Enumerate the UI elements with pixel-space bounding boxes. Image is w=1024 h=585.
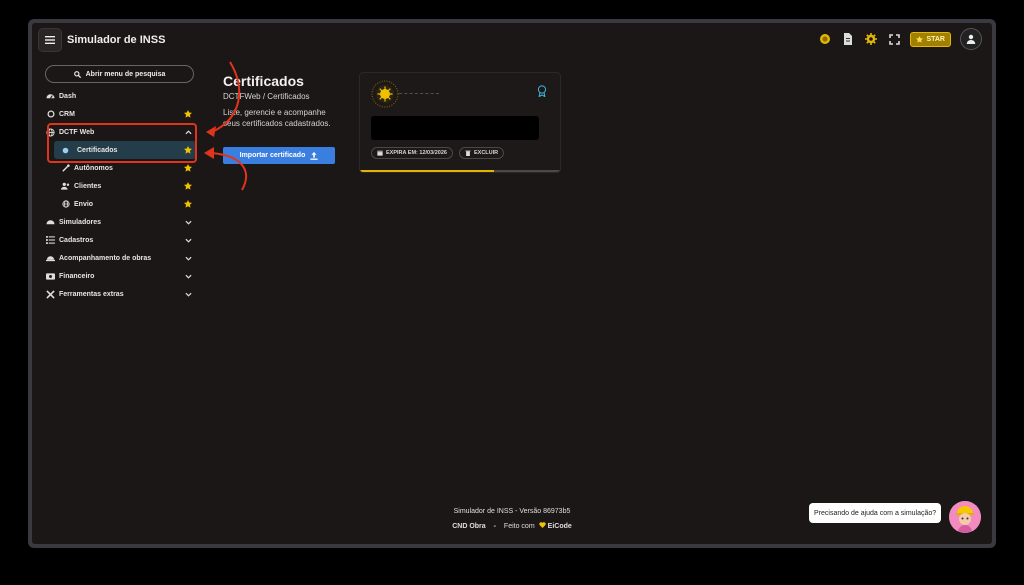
globe-icon (46, 127, 55, 137)
certificate-seal-icon (371, 80, 399, 108)
sidebar-nav: Dash CRM DCTF Web Certificados Autônomos… (46, 87, 196, 303)
footer-separator: - (493, 523, 496, 530)
favorite-star-icon[interactable] (183, 163, 193, 173)
expiry-label: EXPIRA EM: 12/03/2026 (386, 150, 447, 156)
sidebar-item-label: Dash (59, 92, 77, 100)
sidebar-item-dash[interactable]: Dash (46, 87, 196, 105)
sidebar-item-label: Simuladores (59, 218, 102, 226)
sidebar-item-cadastros[interactable]: Cadastros (46, 231, 196, 249)
hamburger-menu-button[interactable] (38, 28, 62, 52)
sidebar-item-clientes[interactable]: Clientes (46, 177, 196, 195)
upload-icon (310, 151, 318, 160)
import-certificate-button[interactable]: Importar certificado (223, 147, 335, 164)
star-icon (916, 35, 924, 43)
chevron-down-icon (183, 217, 193, 227)
favorite-star-icon[interactable] (183, 181, 193, 191)
sidebar-item-label: Autônomos (74, 164, 113, 172)
dashboard-icon (46, 92, 55, 101)
tools-icon (61, 164, 70, 173)
dot-icon (61, 146, 70, 155)
users-icon (61, 182, 70, 191)
wrench-icon (46, 289, 55, 299)
sidebar-item-label: DCTF Web (59, 128, 95, 136)
star-button-label: STAR (926, 35, 945, 43)
star-button[interactable]: STAR (910, 31, 951, 47)
sidebar-item-autonomos[interactable]: Autônomos (46, 159, 196, 177)
sidebar-item-dctf-web[interactable]: DCTF Web (46, 123, 196, 141)
sidebar-item-label: CRM (59, 110, 75, 118)
card-divider (399, 93, 439, 94)
page-title: Certificados (223, 73, 304, 89)
top-bar: Simulador de INSS STAR (32, 23, 992, 59)
sidebar-item-financeiro[interactable]: Financeiro (46, 267, 196, 285)
chevron-down-icon (183, 235, 193, 245)
chevron-down-icon (183, 289, 193, 299)
user-icon (966, 34, 976, 44)
app-root: Simulador de INSS STAR Abrir menu de pes… (32, 23, 992, 544)
money-icon (46, 272, 55, 281)
app-title: Simulador de INSS (67, 34, 166, 46)
assistant-avatar[interactable] (949, 501, 981, 533)
sidebar-item-label: Financeiro (59, 272, 95, 280)
chevron-down-icon (183, 271, 193, 281)
footer-link-cnd-obra[interactable]: CND Obra (452, 523, 485, 530)
delete-certificate-button[interactable]: EXCLUIR (459, 147, 505, 159)
search-menu-label: Abrir menu de pesquisa (85, 70, 166, 78)
chevron-down-icon (183, 253, 193, 263)
search-menu-button[interactable]: Abrir menu de pesquisa (45, 65, 194, 83)
fullscreen-icon[interactable] (887, 32, 901, 46)
expiry-chip: EXPIRA EM: 12/03/2026 (371, 147, 453, 159)
helmet-icon (46, 254, 55, 263)
gear-icon[interactable] (864, 32, 878, 46)
validity-progress-fill (360, 170, 494, 172)
sidebar-item-envio[interactable]: Envio (46, 195, 196, 213)
sidebar-item-certificados[interactable]: Certificados (54, 141, 196, 159)
favorite-star-icon[interactable] (183, 109, 193, 119)
menu-icon (45, 36, 55, 44)
header-actions: STAR (818, 28, 982, 50)
favorite-star-icon[interactable] (183, 199, 193, 209)
footer-made-with: Feito com (503, 523, 535, 530)
certificate-name-redacted (371, 116, 539, 140)
breadcrumb: DCTFWeb / Certificados (223, 92, 310, 101)
footer-brand[interactable]: EiCode (548, 523, 572, 530)
sidebar-item-label: Clientes (74, 182, 102, 190)
user-avatar-button[interactable] (960, 28, 982, 50)
favorite-star-icon[interactable] (183, 145, 193, 155)
document-icon[interactable] (841, 32, 855, 46)
sidebar-item-label: Ferramentas extras (59, 290, 124, 298)
sidebar-item-simuladores[interactable]: Simuladores (46, 213, 196, 231)
list-icon (46, 236, 55, 245)
sidebar-item-label: Certificados (77, 146, 118, 154)
calendar-icon (377, 150, 383, 156)
delete-label: EXCLUIR (474, 150, 499, 156)
validity-progress-bar (360, 170, 560, 172)
globe-icon (61, 200, 70, 209)
sidebar-item-acompanhamento-de-obras[interactable]: Acompanhamento de obras (46, 249, 196, 267)
sidebar-item-label: Cadastros (59, 236, 94, 244)
sidebar-item-label: Envio (74, 200, 94, 208)
heart-icon (538, 522, 546, 528)
help-chat-bubble[interactable]: Precisando de ajuda com a simulação? (809, 503, 942, 523)
gauge-icon (46, 218, 55, 227)
sun-theme-icon[interactable] (818, 32, 832, 46)
footer-credits: CND Obra - Feito com EiCode (32, 522, 992, 530)
trash-icon (465, 150, 471, 156)
award-badge-icon[interactable] (537, 84, 547, 98)
sidebar-item-label: Acompanhamento de obras (59, 254, 152, 262)
refresh-icon (46, 110, 55, 119)
chevron-up-icon (183, 127, 193, 137)
certificate-card[interactable]: EXPIRA EM: 12/03/2026 EXCLUIR (359, 72, 561, 173)
search-icon (73, 70, 81, 78)
import-certificate-label: Importar certificado (239, 152, 306, 159)
sidebar-item-ferramentas-extras[interactable]: Ferramentas extras (46, 285, 196, 303)
sidebar-item-crm[interactable]: CRM (46, 105, 196, 123)
page-description: Liste, gerencie e acompanhe seus certifi… (223, 108, 331, 128)
